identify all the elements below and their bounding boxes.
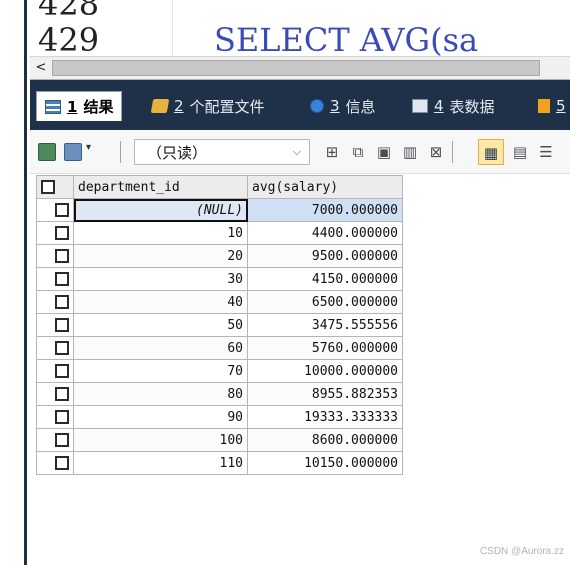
tab-number: 1 — [67, 97, 78, 116]
row-checkbox[interactable] — [36, 221, 74, 245]
sql-code-line[interactable]: SELECT AVG(sa — [214, 22, 478, 56]
table-row[interactable]: 10 4400.000000 — [36, 221, 403, 245]
left-frame-bar — [0, 0, 27, 565]
cell-department-id[interactable]: 90 — [73, 405, 248, 429]
grid-view-icon[interactable]: ▦ — [478, 139, 504, 165]
tab-number: 2 — [174, 97, 184, 115]
table-row[interactable]: 20 9500.000000 — [36, 244, 403, 268]
horizontal-scrollbar[interactable]: < — [30, 56, 570, 80]
info-icon — [310, 99, 324, 113]
scroll-left-icon[interactable]: < — [32, 59, 50, 77]
cell-avg-salary[interactable]: 6500.000000 — [247, 290, 403, 314]
tab-table-data[interactable]: 4 表数据 — [404, 93, 503, 119]
add-row-icon[interactable]: ⊞ — [322, 142, 342, 162]
text-view-icon[interactable]: ☰ — [536, 142, 556, 162]
chevron-down-icon: ⌵ — [292, 145, 301, 158]
cell-department-id[interactable]: 70 — [73, 359, 248, 383]
cell-avg-salary[interactable]: 4150.000000 — [247, 267, 403, 291]
line-number: 428 — [38, 0, 100, 23]
cell-department-id[interactable]: 20 — [73, 244, 248, 268]
tab-results[interactable]: 1 结果 — [36, 91, 123, 121]
cell-department-id[interactable]: 60 — [73, 336, 248, 360]
table-row[interactable]: 60 5760.000000 — [36, 336, 403, 360]
table-row[interactable]: 30 4150.000000 — [36, 267, 403, 291]
scrollbar-thumb[interactable] — [52, 60, 540, 76]
cell-avg-salary[interactable]: 3475.555556 — [247, 313, 403, 337]
row-checkbox[interactable] — [36, 198, 74, 222]
table-row[interactable]: 110 10150.000000 — [36, 451, 403, 475]
tab-label: 结果 — [83, 98, 114, 116]
cell-avg-salary[interactable]: 5760.000000 — [247, 336, 403, 360]
delete-icon[interactable]: ▥ — [400, 142, 420, 162]
discard-changes-icon[interactable]: ⊠ — [426, 142, 446, 162]
toolbar-divider — [452, 141, 453, 163]
table-row[interactable]: 70 10000.000000 — [36, 359, 403, 383]
result-grid[interactable]: department_id avg(salary) (NULL) 7000.000… — [36, 175, 403, 475]
chevron-down-icon[interactable]: ▾ — [86, 142, 91, 153]
save-icon[interactable]: ▣ — [374, 142, 394, 162]
cell-department-id[interactable]: (NULL) — [73, 198, 248, 222]
tab-info[interactable]: 3 信息 — [302, 93, 384, 119]
cell-department-id[interactable]: 100 — [73, 428, 248, 452]
table-row[interactable]: 50 3475.555556 — [36, 313, 403, 337]
row-checkbox[interactable] — [36, 451, 74, 475]
table-row[interactable]: 90 19333.333333 — [36, 405, 403, 429]
tab-label: 信息 — [345, 97, 376, 116]
cell-department-id[interactable]: 50 — [73, 313, 248, 337]
toolbar-divider — [120, 141, 121, 163]
cell-avg-salary[interactable]: 7000.000000 — [247, 198, 403, 222]
tab-profiles[interactable]: 2 个配置文件 — [144, 93, 273, 119]
cell-avg-salary[interactable]: 8955.882353 — [247, 382, 403, 406]
column-header-department-id[interactable]: department_id — [73, 175, 248, 199]
config-icon — [150, 99, 170, 113]
row-checkbox[interactable] — [36, 313, 74, 337]
import-icon[interactable] — [64, 143, 82, 161]
row-checkbox[interactable] — [36, 359, 74, 383]
result-tabs: 1 结果 2 个配置文件 3 信息 4 表数据 5 — [30, 80, 570, 130]
tab-label: 个配置文件 — [189, 97, 265, 116]
cell-department-id[interactable]: 110 — [73, 451, 248, 475]
row-checkbox[interactable] — [36, 428, 74, 452]
cell-avg-salary[interactable]: 9500.000000 — [247, 244, 403, 268]
row-checkbox[interactable] — [36, 405, 74, 429]
duplicate-row-icon[interactable]: ⧉ — [348, 142, 368, 162]
cell-department-id[interactable]: 10 — [73, 221, 248, 245]
cell-avg-salary[interactable]: 8600.000000 — [247, 428, 403, 452]
line-number: 429 — [38, 21, 100, 56]
cell-avg-salary[interactable]: 4400.000000 — [247, 221, 403, 245]
tab-number: 4 — [434, 97, 444, 115]
row-checkbox[interactable] — [36, 382, 74, 406]
cell-department-id[interactable]: 30 — [73, 267, 248, 291]
row-checkbox[interactable] — [36, 244, 74, 268]
column-header-avg-salary[interactable]: avg(salary) — [247, 175, 403, 199]
table-row[interactable]: (NULL) 7000.000000 — [36, 198, 403, 222]
table-icon — [412, 99, 428, 113]
table-row[interactable]: 100 8600.000000 — [36, 428, 403, 452]
cell-department-id[interactable]: 40 — [73, 290, 248, 314]
cell-avg-salary[interactable]: 19333.333333 — [247, 405, 403, 429]
tab-label: 表数据 — [449, 97, 495, 116]
table-row[interactable]: 40 6500.000000 — [36, 290, 403, 314]
grid-icon — [45, 99, 61, 114]
row-checkbox[interactable] — [36, 336, 74, 360]
table-row[interactable]: 80 8955.882353 — [36, 382, 403, 406]
cell-avg-salary[interactable]: 10000.000000 — [247, 359, 403, 383]
readonly-label: （只读） — [147, 143, 208, 162]
more-icon — [538, 99, 550, 113]
cell-department-id[interactable]: 80 — [73, 382, 248, 406]
watermark: CSDN @Aurora.zz — [479, 546, 564, 557]
cell-avg-salary[interactable]: 10150.000000 — [247, 451, 403, 475]
form-view-icon[interactable]: ▤ — [510, 142, 530, 162]
row-checkbox[interactable] — [36, 290, 74, 314]
result-toolbar: ▾ （只读） ⌵ ⊞ ⧉ ▣ ▥ ⊠ ▦ ▤ ☰ — [30, 130, 570, 174]
export-icon[interactable] — [38, 143, 56, 161]
readonly-mode-select[interactable]: （只读） ⌵ — [134, 139, 310, 165]
tab-number: 3 — [330, 97, 340, 115]
select-all-checkbox[interactable] — [36, 175, 74, 199]
row-checkbox[interactable] — [36, 267, 74, 291]
tab-number: 5 — [556, 97, 566, 115]
grid-header-row: department_id avg(salary) — [36, 175, 403, 199]
tab-more[interactable]: 5 — [530, 93, 570, 119]
sql-editor[interactable]: 428 429 SELECT AVG(sa — [30, 0, 570, 56]
